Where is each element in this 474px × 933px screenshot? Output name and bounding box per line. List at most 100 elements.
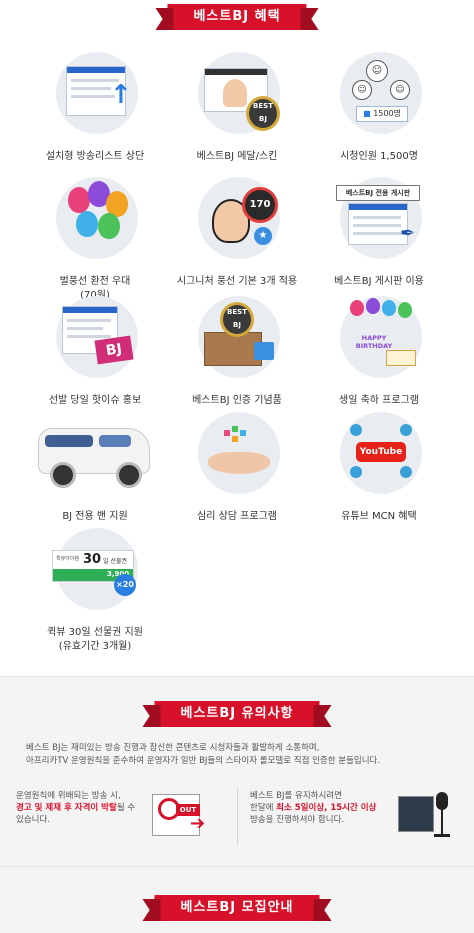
notice-title-ribbon: 베스트BJ 유의사항 xyxy=(154,701,320,727)
exit-arrow-icon: ➔ xyxy=(190,813,206,834)
notice-left: 운영원칙에 위배되는 방송 시, 경고 및 제재 후 자격이 박탈될 수 있습니… xyxy=(16,786,234,848)
heart-pixels-icon xyxy=(224,426,254,450)
benefit-label: BJ 전용 밴 지원 xyxy=(62,511,128,522)
benefit-card-quickview: 퀵뷰아이템 30 일 선물권 3,900 ×20 퀵뷰 30일 선물권 지원 (… xyxy=(20,528,170,652)
notice-line: 있습니다. xyxy=(16,815,50,825)
benefit-illustration-circle xyxy=(198,412,280,494)
benefit-card-viewers: ☺ ☺ ☺ ■ 1500명 시청인원 1,500명 xyxy=(304,52,454,170)
medal-text: BEST BJ xyxy=(227,308,247,329)
hands-icon xyxy=(208,452,270,474)
recruit-title-ribbon: 베스트BJ 모집안내 xyxy=(154,895,320,921)
wheel-icon xyxy=(116,462,142,488)
youtube-logo-icon: YouTube xyxy=(356,442,406,462)
benefit-illustration-circle: ☺ ☺ ☺ ■ 1500명 xyxy=(340,52,422,134)
benefit-illustration-circle: YouTube xyxy=(340,412,422,494)
benefit-card-van: BJ 전용 밴 지원 xyxy=(20,412,170,530)
best-bj-medal-icon: BEST BJ xyxy=(246,96,280,131)
board-title-box: 베스트BJ 전용 게시판 xyxy=(336,185,420,201)
gear-icon xyxy=(400,424,412,436)
notice-divider xyxy=(237,788,238,846)
board-title-text: 베스트BJ 전용 게시판 xyxy=(345,189,411,197)
benefit-label: 심리 상담 프로그램 xyxy=(197,511,277,522)
wifi-icon xyxy=(350,466,362,478)
benefit-illustration-circle: BJ xyxy=(56,296,138,378)
benefit-illustration-circle: 170 ★ xyxy=(198,177,280,259)
benefit-card-signature-balloon: 170 ★ 시그니처 풍선 기본 3개 적용 xyxy=(162,177,312,295)
monitor-icon xyxy=(398,796,434,832)
benefit-card-youtube-mcn: YouTube 유튜브 MCN 혜택 xyxy=(304,412,454,530)
benefit-sublabel: (유효기간 3개월) xyxy=(58,641,132,652)
notice-line: 베스트 BJ를 유지하시려면 xyxy=(250,791,342,801)
pen-icon: ✒ xyxy=(400,223,416,244)
benefit-label: 생일 축하 프로그램 xyxy=(339,395,419,406)
network-node-icon xyxy=(350,424,362,436)
bj-sign-text: BJ xyxy=(105,340,123,360)
wheel-icon xyxy=(50,462,76,488)
bj-sign-icon: BJ xyxy=(94,335,134,365)
board-window-icon xyxy=(348,203,408,245)
benefit-illustration-circle: BEST BJ xyxy=(198,296,280,378)
notice-emphasis: 최소 5일이상, 15시간 이상 xyxy=(276,803,377,813)
broadcast-illustration xyxy=(398,790,458,844)
smile-face-icon: ☺ xyxy=(352,80,372,100)
benefit-illustration-circle: 퀵뷰아이템 30 일 선물권 3,900 ×20 xyxy=(52,528,138,610)
balloon-icon xyxy=(398,302,412,318)
balloon-icon xyxy=(68,187,90,213)
benefit-card-broadcast-list-top: ↑ 설치형 방송리스트 상단 xyxy=(20,52,170,170)
gift-icon xyxy=(254,342,274,360)
benefit-illustration-circle xyxy=(38,412,150,494)
benefit-label-line: 퀵뷰 30일 선물권 지원 xyxy=(47,627,143,638)
benefit-illustration-circle xyxy=(56,177,138,259)
viewer-count-box: ■ 1500명 xyxy=(356,106,408,122)
benefit-label: 시청인원 1,500명 xyxy=(340,151,418,162)
benefit-label: 시그니처 풍선 기본 3개 적용 xyxy=(176,276,298,287)
benefit-label-line: 벌풍선 환전 우대 xyxy=(59,276,131,287)
multiplier-badge: ×20 xyxy=(114,574,136,596)
balloon-icon xyxy=(366,298,380,314)
benefit-card-birthday: HAPPY BIRTHDAY 생일 축하 프로그램 xyxy=(304,296,454,414)
benefit-illustration-circle: BEST BJ xyxy=(198,52,280,134)
notice-text: 될 수 xyxy=(116,803,136,813)
notice-right-text: 베스트 BJ를 유지하시려면 한달에 최소 5일이상, 15시간 이상 방송을 … xyxy=(250,790,396,826)
person-icon: ■ xyxy=(363,109,371,118)
benefit-illustration-circle: HAPPY BIRTHDAY xyxy=(340,296,422,378)
notice-line: 운영원칙에 위배되는 방송 시, xyxy=(16,791,121,801)
quickview-days-text: 30 xyxy=(83,552,102,567)
arrow-up-icon: ↑ xyxy=(110,80,132,110)
balloon-icon xyxy=(76,211,98,237)
benefits-section: 베스트BJ 혜택 ↑ 설치형 방송리스트 상단 BEST BJ 베스트BJ 메달… xyxy=(0,0,474,676)
smile-face-icon: ☺ xyxy=(390,80,410,100)
notice-line: 방송을 진행하셔야 합니다. xyxy=(250,815,345,825)
benefit-card-medal-skin: BEST BJ 베스트BJ 메달/스킨 xyxy=(162,52,312,170)
notice-left-text: 운영원칙에 위배되는 방송 시, 경고 및 제재 후 자격이 박탈될 수 있습니… xyxy=(16,790,144,826)
notice-intro-line: 베스트 BJ는 재미있는 방송 진행과 참신한 콘텐츠로 시청자들과 활발하게 … xyxy=(26,743,320,753)
person-icon xyxy=(400,466,412,478)
benefit-card-board: 베스트BJ 전용 게시판 ✒ 베스트BJ 게시판 이용 xyxy=(304,177,454,295)
medal-text: BEST BJ xyxy=(253,102,273,123)
benefit-label: 선발 당일 핫이슈 홍보 xyxy=(48,395,142,406)
benefit-label: 유튜브 MCN 혜택 xyxy=(341,511,417,522)
quickview-unit-text: 일 선물권 xyxy=(103,558,127,565)
benefit-card-counseling: 심리 상담 프로그램 xyxy=(162,412,312,530)
benefit-illustration-circle: 베스트BJ 전용 게시판 ✒ xyxy=(336,177,422,259)
notice-intro-line: 아프리카TV 운영원칙을 준수하여 운영자가 일반 BJ들의 스타이자 롤모델로… xyxy=(26,756,381,766)
signature-count-text: 170 xyxy=(249,199,271,210)
viewer-count-text: 1500명 xyxy=(373,109,401,118)
star-badge-icon: ★ xyxy=(254,227,272,245)
signature-count-badge: 170 xyxy=(242,187,278,223)
notice-line: 경고 및 제재 후 자격이 박탈될 수 xyxy=(16,802,144,814)
benefit-label: 퀵뷰 30일 선물권 지원 (유효기간 3개월) xyxy=(20,626,170,654)
benefit-label: 베스트BJ 인증 기념품 xyxy=(192,395,282,406)
balloon-icon xyxy=(98,213,120,239)
notice-line: 한달에 최소 5일이상, 15시간 이상 xyxy=(250,802,396,814)
notice-right: 베스트 BJ를 유지하시려면 한달에 최소 5일이상, 15시간 이상 방송을 … xyxy=(250,786,470,848)
notice-emphasis: 경고 및 제재 후 자격이 박탈 xyxy=(16,803,117,813)
benefit-card-souvenir: BEST BJ 베스트BJ 인증 기념품 xyxy=(162,296,312,414)
microphone-icon xyxy=(436,792,448,810)
benefit-card-hot-issue: BJ 선발 당일 핫이슈 홍보 xyxy=(20,296,170,414)
youtube-logo-text: YouTube xyxy=(359,447,403,457)
smile-face-icon: ☺ xyxy=(366,60,388,82)
best-bj-medal-icon: BEST BJ xyxy=(220,302,254,337)
quickview-label-text: 퀵뷰아이템 xyxy=(56,556,80,562)
section-separator xyxy=(0,866,474,867)
